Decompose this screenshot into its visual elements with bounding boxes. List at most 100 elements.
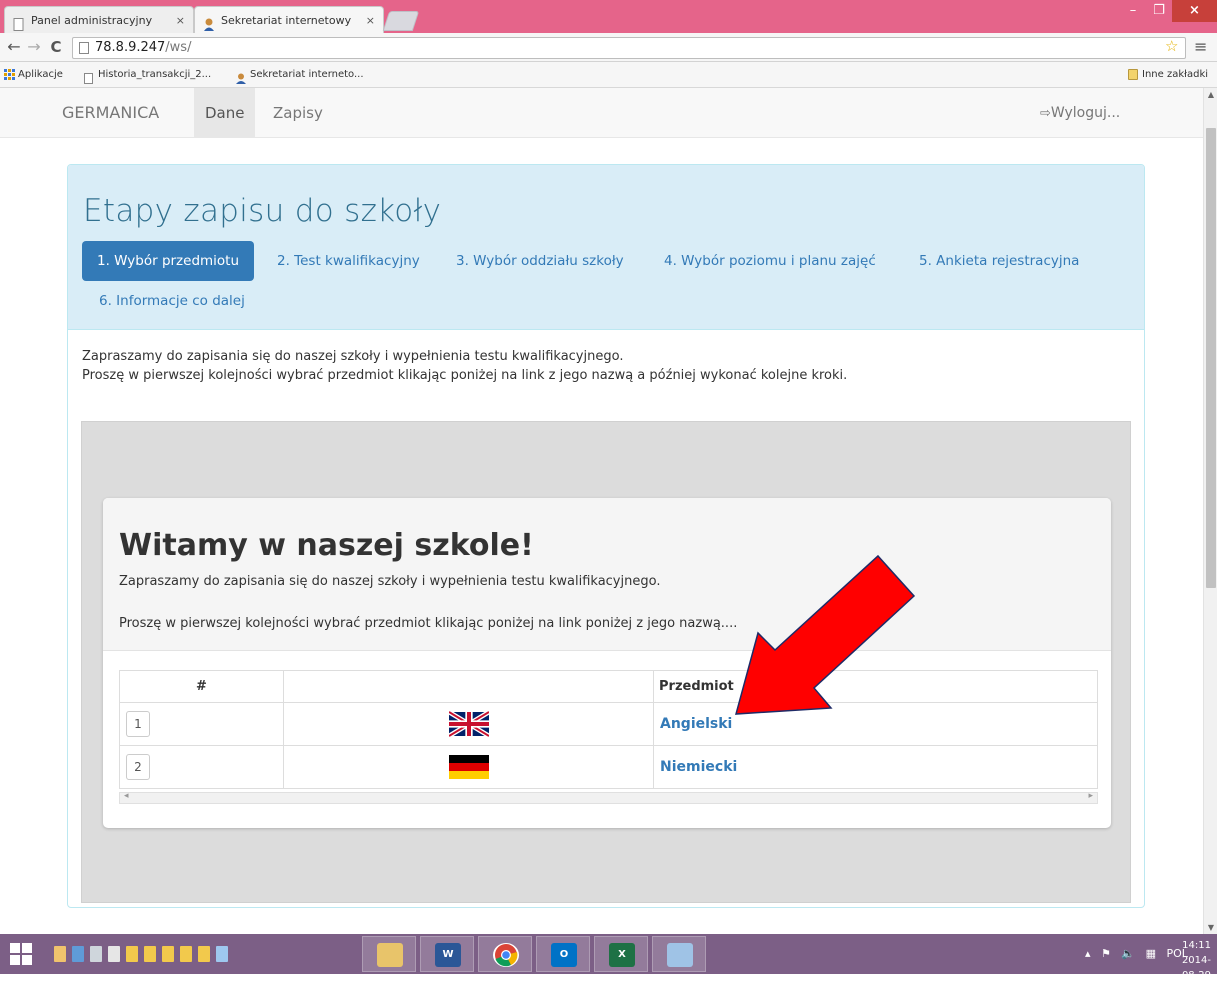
tab-label: Sekretariat internetowy [221, 14, 352, 27]
intro-line: Proszę w pierwszej kolejności wybrać prz… [82, 368, 848, 383]
nav-item-zapisy[interactable]: Zapisy [262, 88, 334, 138]
scroll-left-icon[interactable]: ◂ [124, 791, 129, 801]
panel-heading: Etapy zapisu do szkoły 1. Wybór przedmio… [68, 165, 1144, 330]
close-tab-icon[interactable]: × [366, 7, 375, 34]
welcome-subtitle: Zapraszamy do zapisania się do naszej sz… [119, 574, 661, 589]
taskbar-explorer[interactable] [362, 936, 416, 972]
volume-icon[interactable]: 🔈 [1121, 947, 1135, 960]
bookmark-other[interactable]: Inne zakładki [1128, 62, 1208, 88]
quicklaunch-icon[interactable] [90, 946, 102, 962]
bookmark-label: Inne zakładki [1142, 69, 1209, 80]
close-window-button[interactable]: × [1172, 0, 1217, 22]
logout-link[interactable]: ⇨Wyloguj... [1040, 88, 1120, 139]
bookmark-label: Sekretariat interneto... [250, 69, 364, 80]
taskbar-outlook[interactable]: O [536, 936, 590, 972]
registration-panel: Etapy zapisu do szkoły 1. Wybór przedmio… [67, 164, 1145, 908]
table-row: 2 Niemiecki [119, 745, 1098, 789]
tab-panel-administracyjny[interactable]: Panel administracyjny × [4, 6, 194, 33]
maximize-button[interactable]: ❐ [1146, 0, 1172, 22]
minimize-button[interactable]: – [1120, 0, 1146, 22]
flag-icon[interactable]: ⚑ [1101, 947, 1111, 960]
taskbar-excel[interactable]: X [594, 936, 648, 972]
page-icon [13, 14, 25, 31]
bookmark-sekretariat[interactable]: Sekretariat interneto... [236, 62, 364, 88]
row-number: 2 [126, 754, 150, 780]
back-arrow-icon[interactable]: ← [4, 37, 24, 57]
bookmark-star-icon[interactable]: ☆ [1165, 37, 1178, 55]
windows-start-icon[interactable] [10, 943, 32, 965]
reload-icon[interactable]: C [46, 37, 66, 57]
quicklaunch-icon[interactable] [108, 946, 120, 962]
quicklaunch-icon[interactable] [126, 946, 138, 962]
scroll-up-icon[interactable]: ▲ [1204, 90, 1217, 99]
page-viewport: GERMANICA Dane Zapisy ⇨Wyloguj... Etapy … [0, 88, 1203, 934]
bookmarks-bar: Aplikacje Historia_transakcji_2... Sekre… [0, 62, 1217, 88]
step-4-level[interactable]: 4. Wybór poziomu i planu zajęć [649, 241, 891, 281]
clock-date: 2014-08-29 [1181, 955, 1211, 981]
bookmark-label: Aplikacje [18, 69, 63, 80]
quicklaunch-icon[interactable] [72, 946, 84, 962]
welcome-note: Proszę w pierwszej kolejności wybrać prz… [119, 616, 738, 631]
scroll-right-icon[interactable]: ▸ [1088, 791, 1093, 801]
new-tab-button[interactable] [382, 11, 420, 31]
welcome-card: Witamy w naszej szkole! Zapraszamy do za… [103, 498, 1111, 828]
quicklaunch-icon[interactable] [162, 946, 174, 962]
menu-icon[interactable]: ≡ [1194, 37, 1207, 56]
content-area: Witamy w naszej szkole! Zapraszamy do za… [81, 421, 1131, 903]
page-title: Etapy zapisu do szkoły [83, 193, 442, 229]
scroll-thumb[interactable] [1206, 128, 1216, 588]
quicklaunch-icon[interactable] [216, 946, 228, 962]
brand-link[interactable]: GERMANICA [62, 88, 159, 138]
quicklaunch-icon[interactable] [54, 946, 66, 962]
windows-taskbar: W O X ▴ ⚑ 🔈 ▦ POL 14:11 2014-08-29 [0, 934, 1217, 981]
flag-cell [283, 702, 654, 746]
column-header-flag [283, 670, 654, 703]
tab-sekretariat-internetowy[interactable]: Sekretariat internetowy × [194, 6, 384, 33]
folder-icon [1128, 69, 1138, 80]
top-navbar: GERMANICA Dane Zapisy ⇨Wyloguj... [0, 88, 1203, 138]
page-icon [84, 69, 94, 84]
bookmark-historia[interactable]: Historia_transakcji_2... [84, 62, 211, 88]
taskbar-word[interactable]: W [420, 936, 474, 972]
system-clock[interactable]: 14:11 2014-08-29 [1167, 938, 1211, 983]
step-5-survey[interactable]: 5. Ankieta rejestracyjna [904, 241, 1094, 281]
tab-label: Panel administracyjny [31, 14, 153, 27]
nav-item-dane[interactable]: Dane [194, 88, 256, 138]
page-scrollbar[interactable]: ▲ ▼ [1203, 88, 1217, 934]
address-bar[interactable]: 78.8.9.247/ws/ [72, 37, 1186, 59]
step-2-test[interactable]: 2. Test kwalifikacyjny [262, 241, 435, 281]
taskbar-tnv[interactable] [652, 936, 706, 972]
browser-title-bar: Panel administracyjny × Sekretariat inte… [0, 0, 1217, 33]
forward-arrow-icon[interactable]: → [24, 37, 44, 57]
step-1-subject[interactable]: 1. Wybór przedmiotu [82, 241, 255, 281]
avatar-icon [236, 69, 246, 84]
excel-icon: X [609, 943, 635, 967]
step-6-info[interactable]: 6. Informacje co dalej [84, 281, 260, 321]
network-icon[interactable]: ▦ [1146, 947, 1156, 960]
apps-icon [4, 69, 15, 80]
subjects-table: # Przedmiot 1 Angielski 2 Niemiecki [119, 670, 1098, 789]
table-horizontal-scrollbar[interactable]: ◂ ▸ [119, 791, 1098, 804]
tnv-icon [667, 943, 693, 967]
taskbar-chrome[interactable] [478, 936, 532, 972]
folder-icon [377, 943, 403, 967]
bookmark-aplikacje[interactable]: Aplikacje [4, 62, 63, 88]
logout-icon: ⇨ [1040, 106, 1051, 121]
logout-label: Wyloguj... [1050, 105, 1121, 121]
tray-expand-icon[interactable]: ▴ [1085, 947, 1091, 960]
quicklaunch-icon[interactable] [198, 946, 210, 962]
welcome-title: Witamy w naszej szkole! [119, 528, 534, 563]
bookmark-label: Historia_transakcji_2... [98, 69, 212, 80]
flag-cell [283, 745, 654, 789]
quicklaunch-icon[interactable] [180, 946, 192, 962]
clock-time: 14:11 [1182, 940, 1211, 951]
browser-toolbar: ← → C 78.8.9.247/ws/ ☆ ≡ [0, 33, 1217, 62]
subject-link-niemiecki[interactable]: Niemiecki [655, 759, 737, 775]
subject-link-angielski[interactable]: Angielski [655, 716, 732, 732]
uk-flag-icon [448, 711, 489, 737]
scroll-down-icon[interactable]: ▼ [1204, 923, 1217, 932]
step-3-branch[interactable]: 3. Wybór oddziału szkoły [441, 241, 639, 281]
table-header-row: # Przedmiot [119, 670, 1098, 703]
close-tab-icon[interactable]: × [176, 7, 185, 34]
quicklaunch-icon[interactable] [144, 946, 156, 962]
